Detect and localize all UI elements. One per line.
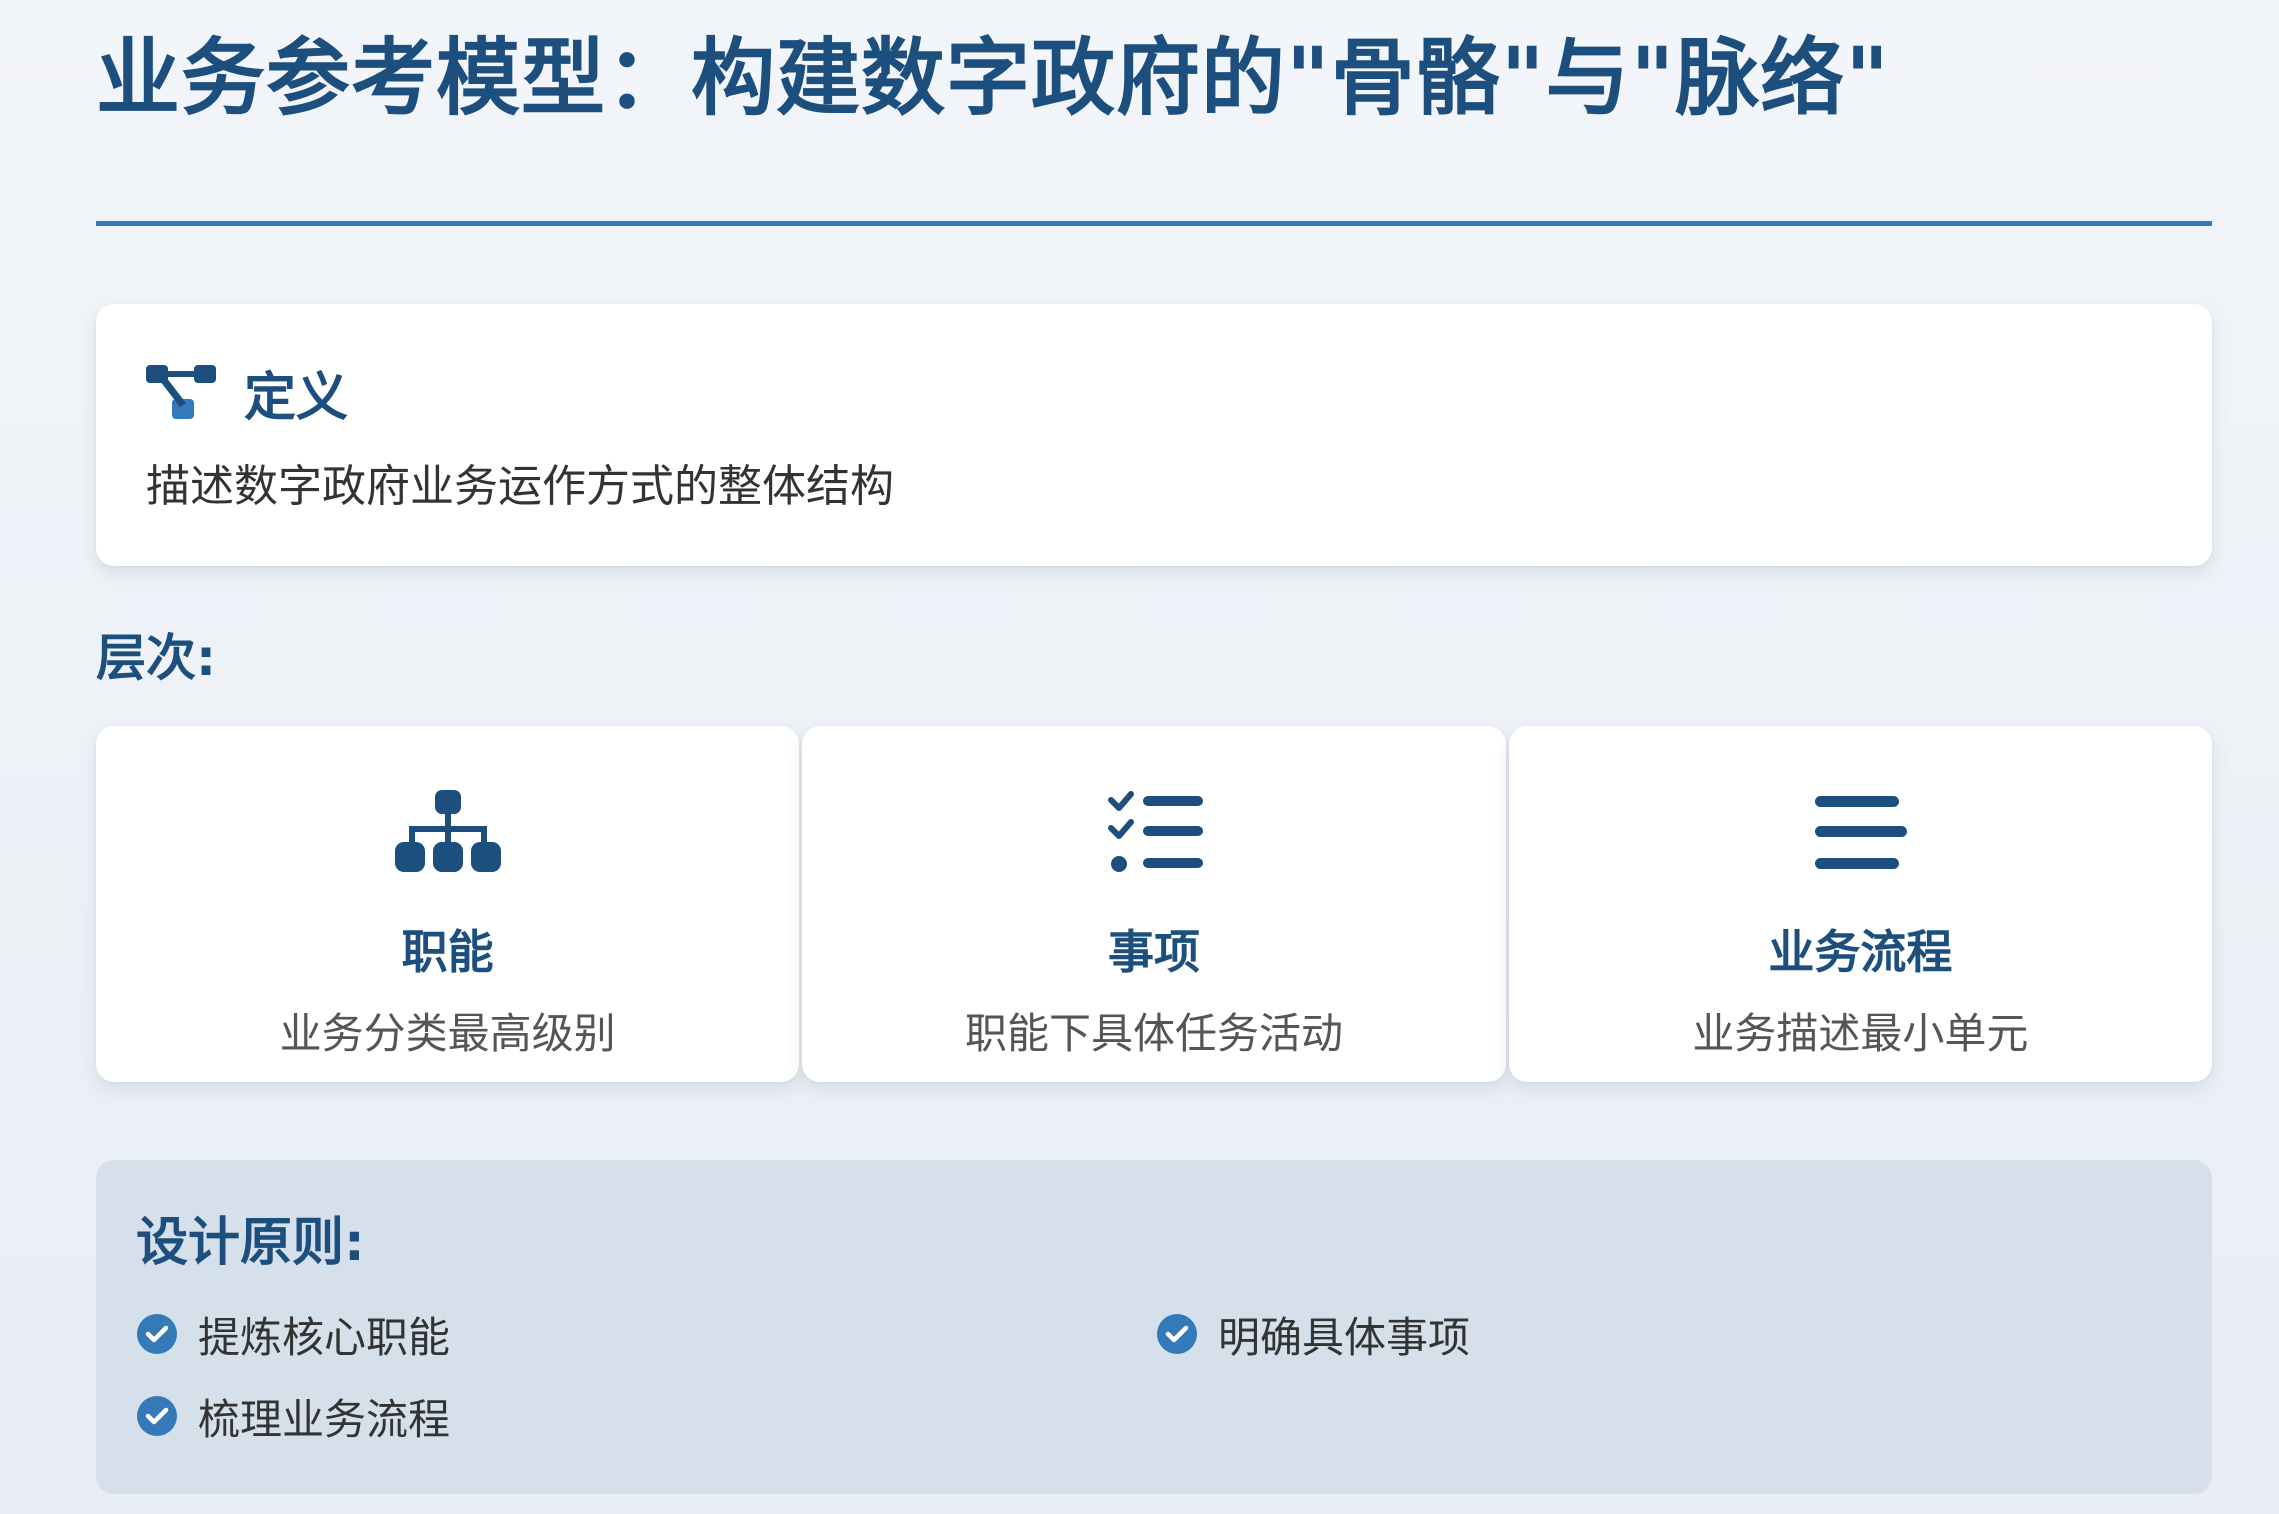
principle-item: 梳理业务流程 xyxy=(136,1390,1156,1444)
level-desc: 业务分类最高级别 xyxy=(279,1009,616,1058)
checklist-icon xyxy=(1107,791,1203,872)
level-name: 事项 xyxy=(1107,925,1200,979)
principle-text: 明确具体事项 xyxy=(1218,1312,1471,1362)
levels-row: 职能 业务分类最高级别 事项 职能下具体任务活动 业务流程 业务描述最小单元 xyxy=(96,726,2212,1082)
level-desc: 职能下具体任务活动 xyxy=(964,1009,1343,1058)
principles-list: 提炼核心职能 明确具体事项 梳理业务流程 xyxy=(136,1308,2172,1444)
check-circle-icon xyxy=(137,1396,177,1436)
definition-card: 定义 描述数字政府业务运作方式的整体结构 xyxy=(96,304,2212,566)
level-name: 职能 xyxy=(401,925,494,979)
page-title: 业务参考模型：构建数字政府的"骨骼"与"脉络" xyxy=(96,29,1891,127)
principle-item: 明确具体事项 xyxy=(1156,1308,2172,1362)
org-chart-icon xyxy=(394,790,501,872)
bars-icon xyxy=(1815,796,1908,869)
level-card-item: 事项 职能下具体任务活动 xyxy=(802,726,1506,1082)
level-name: 业务流程 xyxy=(1768,925,1953,979)
check-circle-icon xyxy=(137,1314,177,1354)
design-principles-panel: 设计原则: 提炼核心职能 明确具体事项 梳理业务流程 xyxy=(96,1160,2212,1494)
level-desc: 业务描述最小单元 xyxy=(1692,1009,2029,1058)
definition-title: 定义 xyxy=(244,367,349,428)
principles-title: 设计原则: xyxy=(136,1213,365,1273)
principle-item: 提炼核心职能 xyxy=(136,1308,1156,1362)
level-card-function: 职能 业务分类最高级别 xyxy=(96,726,800,1082)
principle-text: 梳理业务流程 xyxy=(198,1394,451,1444)
level-card-process: 业务流程 业务描述最小单元 xyxy=(1508,726,2212,1082)
definition-header: 定义 xyxy=(146,352,348,432)
check-circle-icon xyxy=(1157,1314,1197,1354)
network-nodes-icon xyxy=(146,365,216,419)
principle-text: 提炼核心职能 xyxy=(198,1312,451,1362)
levels-label: 层次: xyxy=(96,629,216,687)
definition-text: 描述数字政府业务运作方式的整体结构 xyxy=(146,461,894,512)
title-divider xyxy=(96,221,2212,226)
